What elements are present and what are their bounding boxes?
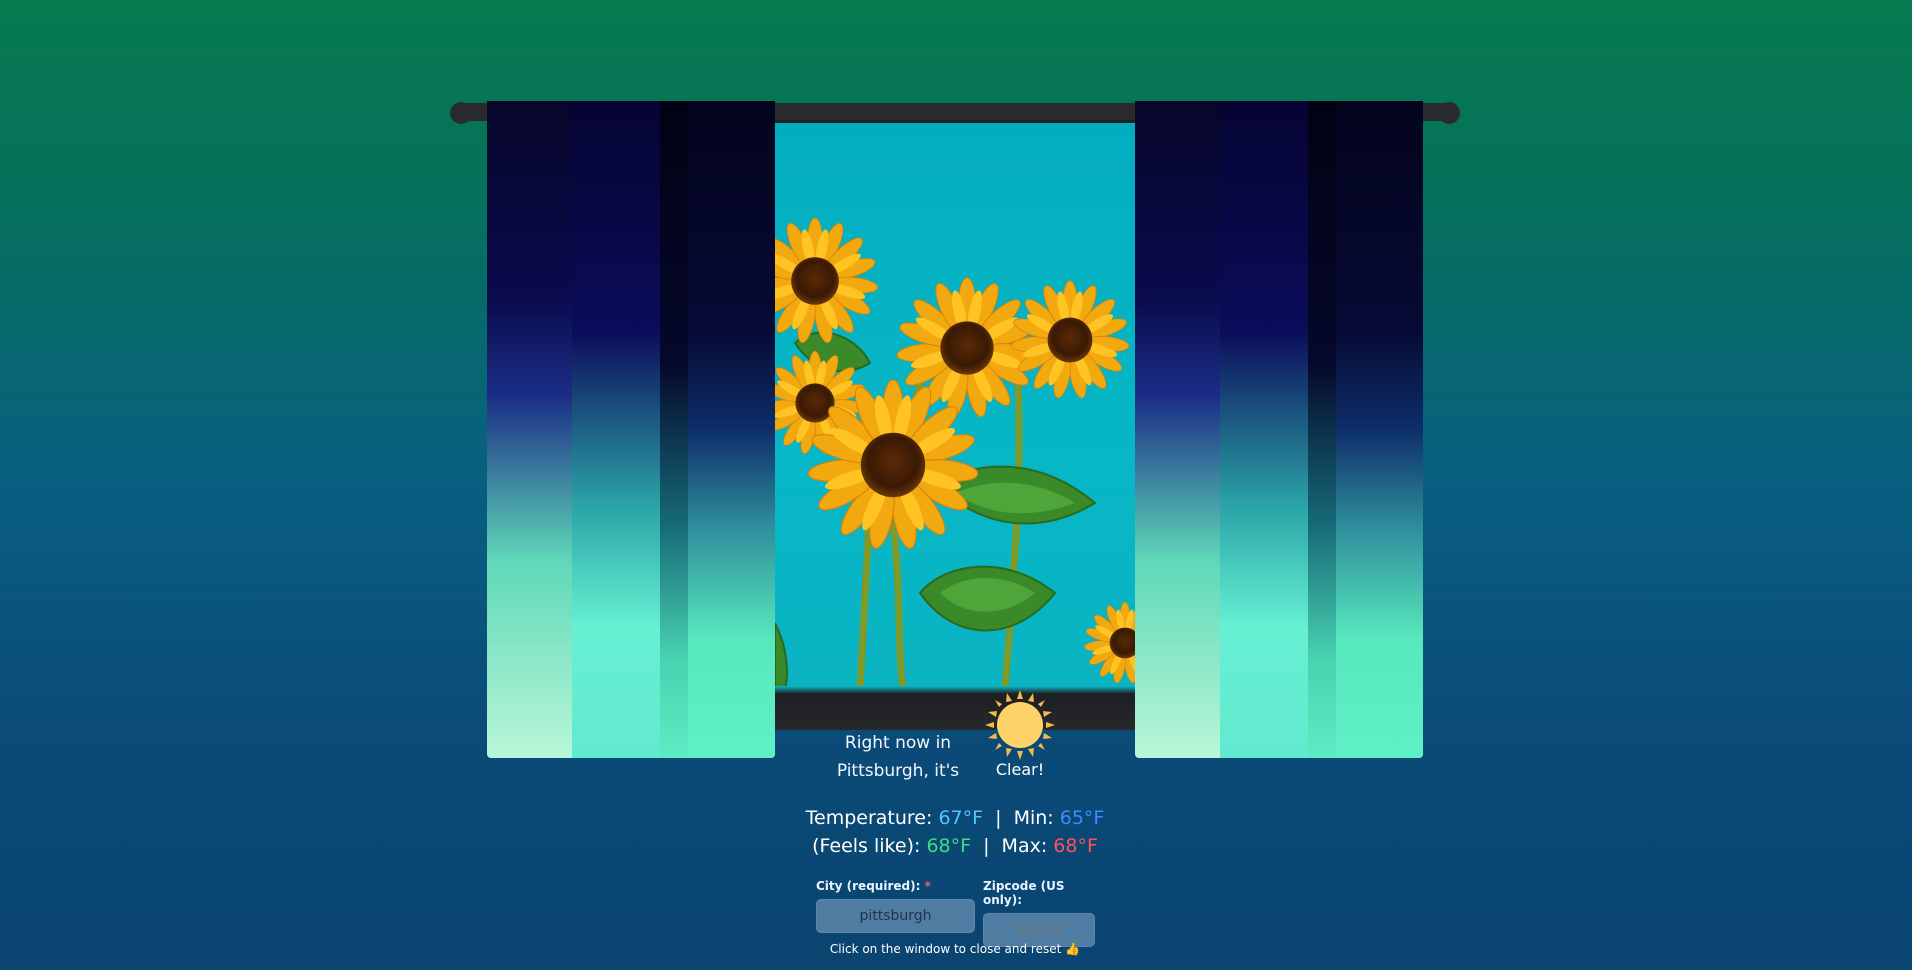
temperature-value: 67°F — [938, 807, 984, 829]
feels-like-label: (Feels like): — [812, 835, 921, 857]
required-asterisk: * — [924, 879, 931, 893]
window-sill — [775, 686, 1135, 730]
sun-icon — [985, 690, 1055, 760]
curtain-rod-finial-right — [1438, 102, 1460, 124]
feels-like-row: (Feels like): 68°F | Max: 68°F — [780, 832, 1130, 860]
separator: | — [995, 807, 1002, 829]
city-label-text: City (required): — [816, 879, 921, 893]
location-text: Right now in Pittsburgh, it's — [836, 733, 960, 781]
curtain-right[interactable] — [1135, 101, 1423, 758]
temperature-row: Temperature: 67°F | Min: 65°F — [780, 804, 1130, 832]
separator: | — [983, 835, 990, 857]
curtain-fold — [572, 101, 660, 758]
city-label: City (required): * — [816, 879, 975, 893]
sunflower-illustration — [775, 217, 1135, 690]
weather-condition: Clear! — [995, 760, 1045, 779]
max-label: Max: — [1001, 835, 1048, 857]
zip-label: Zipcode (US only): — [983, 879, 1065, 907]
temperature-label: Temperature: — [805, 807, 933, 829]
city-input[interactable] — [816, 899, 975, 933]
feels-like-value: 68°F — [926, 835, 972, 857]
curtain-fold — [688, 101, 775, 758]
min-label: Min: — [1013, 807, 1054, 829]
window[interactable] — [775, 120, 1135, 730]
temperature-stats: Temperature: 67°F | Min: 65°F (Feels lik… — [780, 804, 1130, 860]
city-field-group: City (required): * — [816, 879, 975, 933]
max-value: 68°F — [1053, 835, 1098, 857]
curtain-fold — [1308, 101, 1336, 758]
zip-field-group: Zipcode (US only): — [983, 879, 1095, 947]
min-value: 65°F — [1059, 807, 1105, 829]
curtain-rod-finial-left — [450, 102, 472, 124]
weather-display — [985, 690, 1055, 764]
curtain-fold — [1336, 101, 1423, 758]
curtain-fold — [1220, 101, 1308, 758]
curtain-fold — [660, 101, 688, 758]
reset-hint: Click on the window to close and reset 👍 — [829, 942, 1081, 956]
curtain-left[interactable] — [487, 101, 775, 758]
sunflower-image — [775, 123, 1135, 690]
